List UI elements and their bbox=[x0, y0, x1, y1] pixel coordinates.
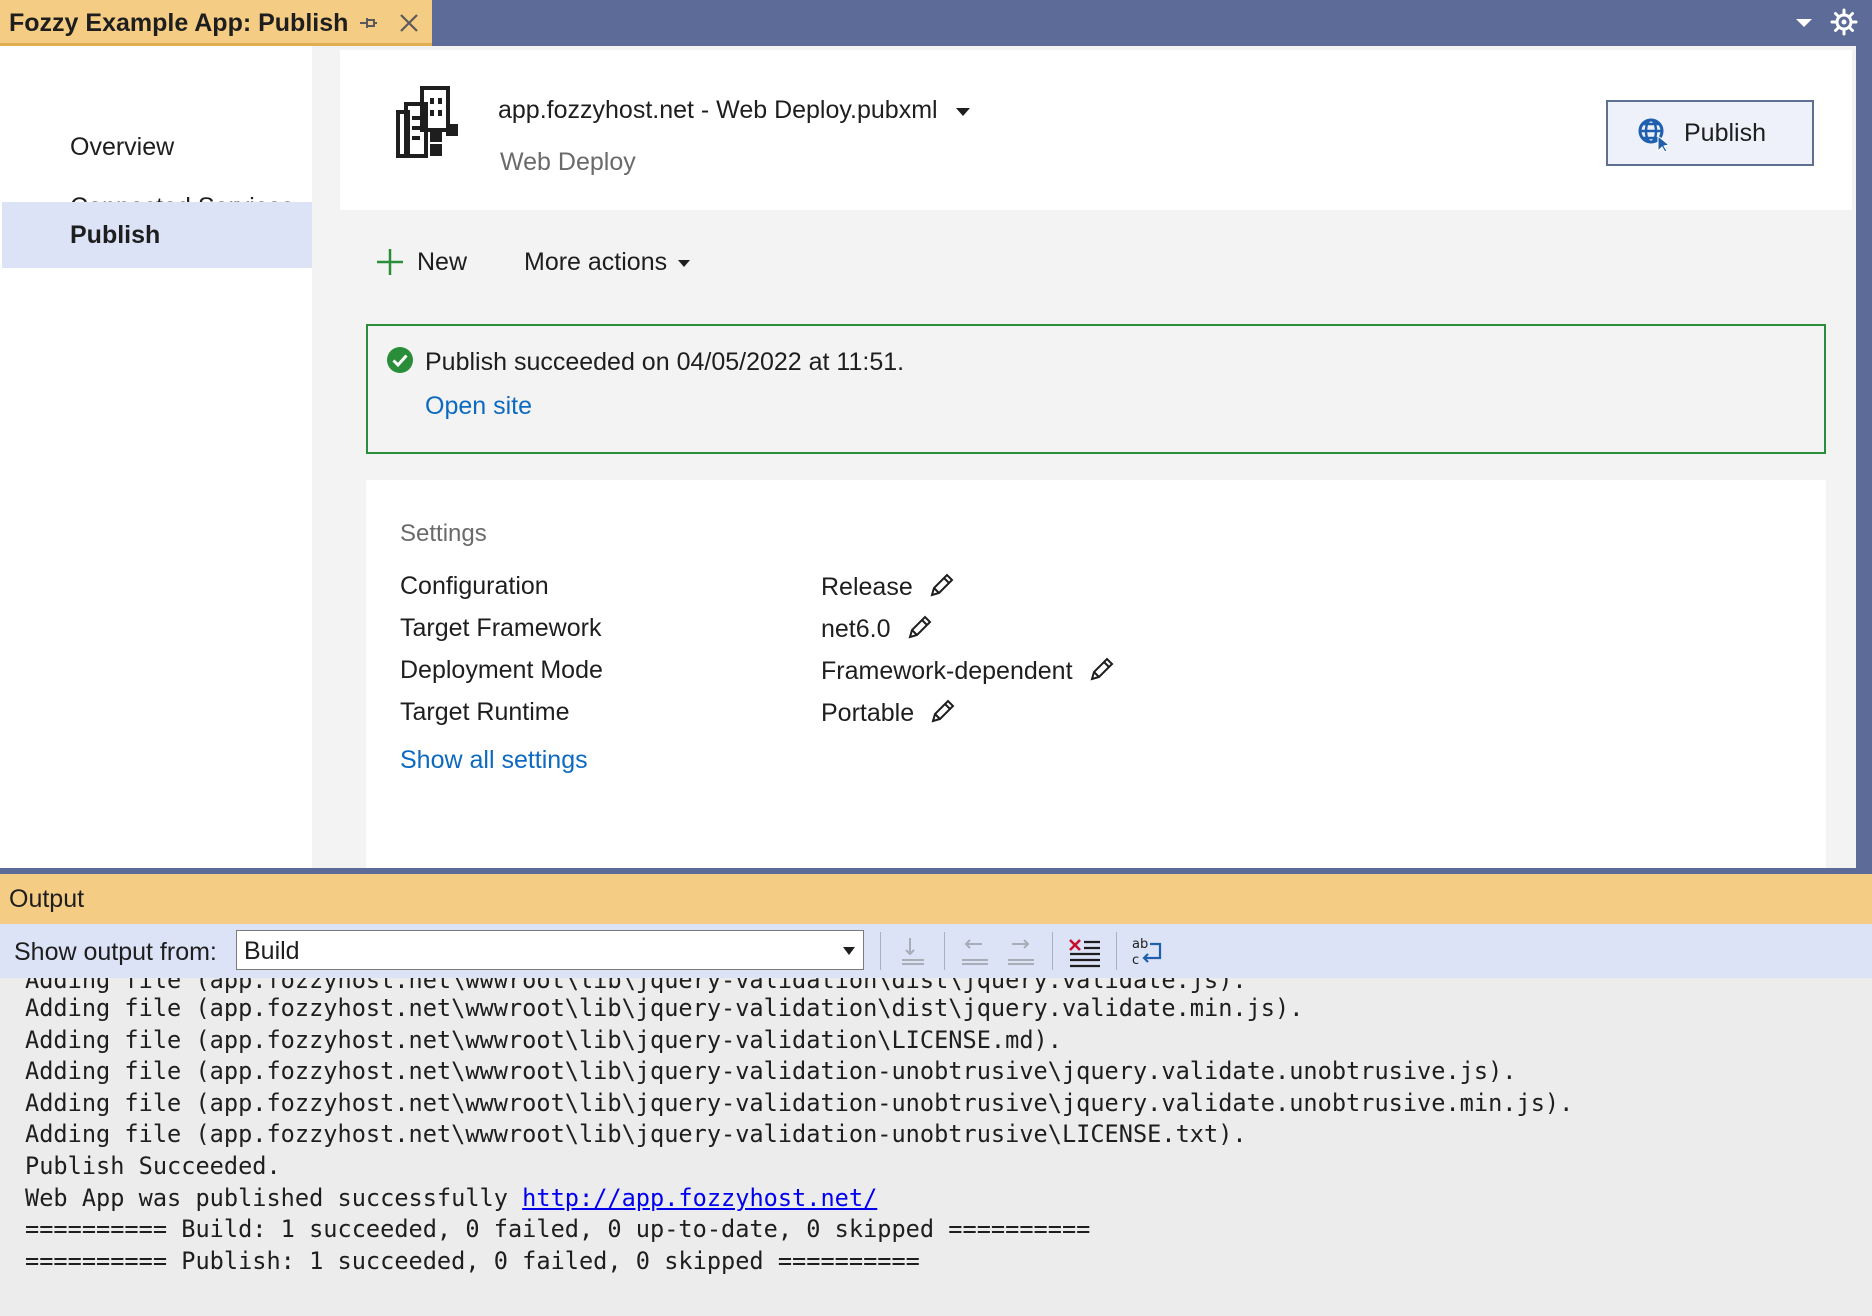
sidebar: Overview Connected Services Publish bbox=[0, 46, 312, 868]
globe-publish-icon bbox=[1638, 118, 1671, 152]
show-all-settings-link[interactable]: Show all settings bbox=[400, 746, 588, 775]
previous-message-icon[interactable] bbox=[958, 934, 992, 968]
chevron-down-icon bbox=[678, 260, 691, 268]
plus-icon bbox=[377, 249, 403, 275]
document-tab[interactable]: Fozzy Example App: Publish bbox=[0, 0, 432, 46]
svg-text:c: c bbox=[1132, 953, 1139, 968]
chevron-down-icon[interactable] bbox=[1793, 14, 1815, 32]
output-line: Adding file (app.fozzyhost.net\wwwroot\l… bbox=[25, 994, 1304, 1022]
output-toolbar: Show output from: Build ab c bbox=[0, 924, 1872, 978]
show-output-from-label: Show output from: bbox=[14, 938, 217, 966]
published-prefix: Web App was published successfully bbox=[25, 1184, 523, 1212]
close-icon[interactable] bbox=[397, 11, 421, 35]
output-line: Adding file (app.fozzyhost.net\wwwroot\l… bbox=[25, 1120, 1247, 1148]
title-bar: Fozzy Example App: Publish bbox=[0, 0, 1872, 46]
profile-name[interactable]: app.fozzyhost.net - Web Deploy.pubxml bbox=[498, 96, 938, 125]
published-url-link[interactable]: http://app.fozzyhost.net/ bbox=[522, 1184, 877, 1212]
output-title: Output bbox=[9, 885, 85, 913]
output-line: Adding file (app.fozzyhost.net\wwwroot\l… bbox=[25, 1089, 1574, 1117]
pencil-icon[interactable] bbox=[930, 698, 956, 724]
output-pane-header: Output bbox=[0, 874, 1872, 924]
publish-status-box: Publish succeeded on 04/05/2022 at 11:51… bbox=[366, 324, 1826, 454]
publish-status-message: Publish succeeded on 04/05/2022 at 11:51… bbox=[425, 348, 905, 376]
setting-label-deployment-mode: Deployment Mode bbox=[400, 656, 603, 684]
output-line-published: Web App was published successfully http:… bbox=[25, 1182, 877, 1214]
setting-value-text: Release bbox=[821, 573, 913, 601]
more-actions-label: More actions bbox=[524, 248, 668, 276]
server-icon bbox=[396, 86, 458, 158]
setting-label-target-framework: Target Framework bbox=[400, 614, 602, 642]
output-line-publish-summary: ========== Publish: 1 succeeded, 0 faile… bbox=[25, 1247, 920, 1275]
chevron-down-icon[interactable] bbox=[954, 106, 972, 118]
pencil-icon[interactable] bbox=[1089, 656, 1115, 682]
publish-button[interactable]: Publish bbox=[1606, 100, 1814, 166]
setting-value-configuration: Release bbox=[821, 572, 955, 602]
toolbar-divider bbox=[880, 932, 881, 970]
svg-text:ab: ab bbox=[1132, 937, 1148, 952]
output-line: Adding file (app.fozzyhost.net\wwwroot\l… bbox=[25, 1057, 1517, 1085]
clear-all-icon[interactable] bbox=[1068, 934, 1102, 968]
sidebar-item-publish[interactable]: Publish bbox=[2, 202, 312, 268]
document-tab-title: Fozzy Example App: Publish bbox=[9, 9, 349, 37]
new-label: New bbox=[417, 248, 468, 276]
find-message-in-code-icon[interactable] bbox=[896, 934, 930, 968]
output-source-value: Build bbox=[244, 937, 300, 965]
setting-label-configuration: Configuration bbox=[400, 572, 549, 600]
success-check-icon bbox=[387, 347, 413, 373]
profile-type: Web Deploy bbox=[500, 148, 636, 176]
output-text-area[interactable]: Adding file (app.fozzyhost.net\wwwroot\l… bbox=[0, 978, 1872, 1316]
pencil-icon[interactable] bbox=[907, 614, 933, 640]
output-source-select[interactable]: Build bbox=[236, 930, 864, 970]
setting-value-target-runtime: Portable bbox=[821, 698, 956, 728]
main-area: Overview Connected Services Publish ap bbox=[0, 46, 1872, 868]
output-line: Adding file (app.fozzyhost.net\wwwroot\l… bbox=[25, 1026, 1062, 1054]
settings-card: Settings Configuration Release Target Fr… bbox=[366, 480, 1826, 868]
output-line: Publish Succeeded. bbox=[25, 1152, 281, 1180]
toolbar-divider bbox=[1116, 932, 1117, 970]
setting-value-text: Framework-dependent bbox=[821, 657, 1073, 685]
open-site-link[interactable]: Open site bbox=[425, 392, 532, 421]
next-message-icon[interactable] bbox=[1004, 934, 1038, 968]
setting-value-text: Portable bbox=[821, 699, 915, 727]
pin-icon[interactable] bbox=[357, 12, 379, 34]
publish-button-label: Publish bbox=[1684, 119, 1766, 147]
pencil-icon[interactable] bbox=[929, 572, 955, 598]
toolbar-divider bbox=[944, 932, 945, 970]
output-line-build-summary: ========== Build: 1 succeeded, 0 failed,… bbox=[25, 1215, 1091, 1243]
setting-value-deployment-mode: Framework-dependent bbox=[821, 656, 1115, 686]
settings-title: Settings bbox=[400, 520, 487, 547]
gear-icon[interactable] bbox=[1830, 8, 1858, 36]
chevron-down-icon bbox=[843, 947, 855, 955]
toolbar-divider bbox=[1052, 932, 1053, 970]
word-wrap-icon[interactable]: ab c bbox=[1130, 934, 1164, 968]
more-actions-button[interactable]: More actions bbox=[524, 248, 691, 277]
sidebar-item-overview[interactable]: Overview bbox=[2, 114, 312, 180]
window-right-edge bbox=[1856, 46, 1872, 868]
publish-content: app.fozzyhost.net - Web Deploy.pubxml We… bbox=[316, 46, 1856, 868]
setting-label-target-runtime: Target Runtime bbox=[400, 698, 570, 726]
setting-value-target-framework: net6.0 bbox=[821, 614, 933, 644]
setting-value-text: net6.0 bbox=[821, 615, 891, 643]
profile-card: app.fozzyhost.net - Web Deploy.pubxml We… bbox=[340, 50, 1852, 210]
